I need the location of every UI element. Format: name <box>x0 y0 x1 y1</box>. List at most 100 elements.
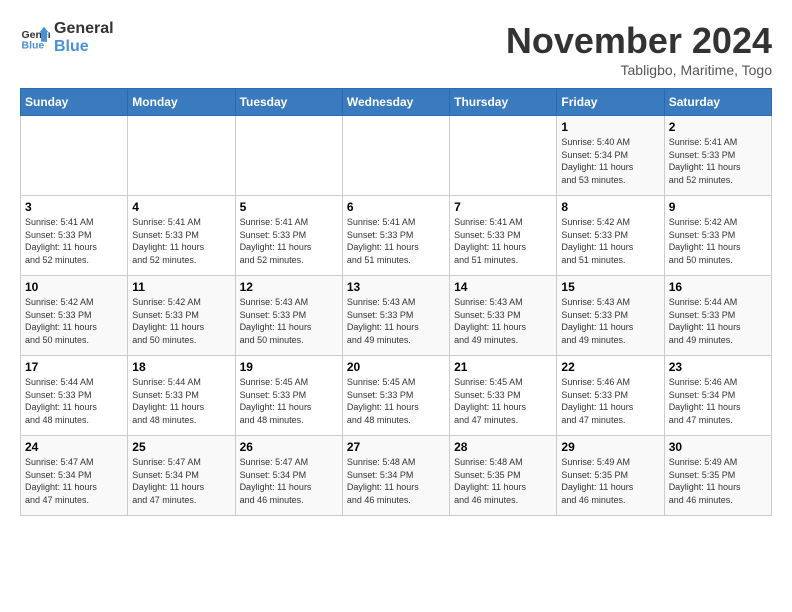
calendar-cell: 24Sunrise: 5:47 AMSunset: 5:34 PMDayligh… <box>21 436 128 516</box>
title-area: November 2024 Tabligbo, Maritime, Togo <box>506 20 772 78</box>
calendar-cell: 9 Sunrise: 5:42 AMSunset: 5:33 PMDaylight… <box>664 196 771 276</box>
calendar-cell: 23 Sunrise: 5:46 AMSunset: 5:34 PMDayligh… <box>664 356 771 436</box>
calendar-cell: 2 Sunrise: 5:41 AMSunset: 5:33 PMDaylight… <box>664 116 771 196</box>
calendar-table: SundayMondayTuesdayWednesdayThursdayFrid… <box>20 88 772 516</box>
day-number: 15 <box>561 280 659 294</box>
calendar-cell: 15 Sunrise: 5:43 AMSunset: 5:33 PMDayligh… <box>557 276 664 356</box>
day-info: Sunrise: 5:45 AMSunset: 5:33 PMDaylight:… <box>240 376 338 426</box>
logo-icon: General Blue <box>20 23 50 53</box>
day-number: 20 <box>347 360 445 374</box>
day-number: 23 <box>669 360 767 374</box>
day-number: 19 <box>240 360 338 374</box>
day-number: 16 <box>669 280 767 294</box>
calendar-body: 1Sunrise: 5:40 AMSunset: 5:34 PMDaylight… <box>21 116 772 516</box>
day-number: 9 <box>669 200 767 214</box>
weekday-header-tuesday: Tuesday <box>235 89 342 116</box>
day-number: 28 <box>454 440 552 454</box>
day-info: Sunrise: 5:41 AMSunset: 5:33 PMDaylight:… <box>25 216 123 266</box>
calendar-week-2: 3 Sunrise: 5:41 AMSunset: 5:33 PMDaylight… <box>21 196 772 276</box>
calendar-cell: 20 Sunrise: 5:45 AMSunset: 5:33 PMDayligh… <box>342 356 449 436</box>
calendar-cell: 30Sunrise: 5:49 AMSunset: 5:35 PMDayligh… <box>664 436 771 516</box>
day-number: 12 <box>240 280 338 294</box>
day-info: Sunrise: 5:43 AMSunset: 5:33 PMDaylight:… <box>561 296 659 346</box>
calendar-cell <box>128 116 235 196</box>
day-info: Sunrise: 5:45 AMSunset: 5:33 PMDaylight:… <box>454 376 552 426</box>
day-number: 7 <box>454 200 552 214</box>
day-info: Sunrise: 5:46 AMSunset: 5:34 PMDaylight:… <box>669 376 767 426</box>
day-info: Sunrise: 5:41 AMSunset: 5:33 PMDaylight:… <box>454 216 552 266</box>
calendar-cell <box>450 116 557 196</box>
calendar-cell: 10 Sunrise: 5:42 AMSunset: 5:33 PMDayligh… <box>21 276 128 356</box>
day-number: 8 <box>561 200 659 214</box>
day-info: Sunrise: 5:41 AMSunset: 5:33 PMDaylight:… <box>240 216 338 266</box>
day-info: Sunrise: 5:44 AMSunset: 5:33 PMDaylight:… <box>669 296 767 346</box>
day-info: Sunrise: 5:42 AMSunset: 5:33 PMDaylight:… <box>25 296 123 346</box>
weekday-header-sunday: Sunday <box>21 89 128 116</box>
day-info: Sunrise: 5:45 AMSunset: 5:33 PMDaylight:… <box>347 376 445 426</box>
calendar-cell: 7 Sunrise: 5:41 AMSunset: 5:33 PMDaylight… <box>450 196 557 276</box>
day-info: Sunrise: 5:47 AMSunset: 5:34 PMDaylight:… <box>132 456 230 506</box>
calendar-cell: 17Sunrise: 5:44 AMSunset: 5:33 PMDayligh… <box>21 356 128 436</box>
day-number: 10 <box>25 280 123 294</box>
calendar-cell: 18 Sunrise: 5:44 AMSunset: 5:33 PMDayligh… <box>128 356 235 436</box>
weekday-header-thursday: Thursday <box>450 89 557 116</box>
day-number: 6 <box>347 200 445 214</box>
header: General Blue General Blue November 2024 … <box>20 20 772 78</box>
day-info: Sunrise: 5:42 AMSunset: 5:33 PMDaylight:… <box>561 216 659 266</box>
calendar-cell: 16 Sunrise: 5:44 AMSunset: 5:33 PMDayligh… <box>664 276 771 356</box>
calendar-week-1: 1Sunrise: 5:40 AMSunset: 5:34 PMDaylight… <box>21 116 772 196</box>
day-number: 25 <box>132 440 230 454</box>
day-info: Sunrise: 5:41 AMSunset: 5:33 PMDaylight:… <box>669 136 767 186</box>
logo-line2: Blue <box>54 38 114 56</box>
day-number: 14 <box>454 280 552 294</box>
calendar-cell: 28 Sunrise: 5:48 AMSunset: 5:35 PMDayligh… <box>450 436 557 516</box>
day-info: Sunrise: 5:43 AMSunset: 5:33 PMDaylight:… <box>240 296 338 346</box>
calendar-cell: 5Sunrise: 5:41 AMSunset: 5:33 PMDaylight… <box>235 196 342 276</box>
calendar-week-3: 10 Sunrise: 5:42 AMSunset: 5:33 PMDayligh… <box>21 276 772 356</box>
day-number: 11 <box>132 280 230 294</box>
day-info: Sunrise: 5:44 AMSunset: 5:33 PMDaylight:… <box>25 376 123 426</box>
day-number: 26 <box>240 440 338 454</box>
logo: General Blue General Blue <box>20 20 114 56</box>
day-number: 29 <box>561 440 659 454</box>
calendar-cell: 19 Sunrise: 5:45 AMSunset: 5:33 PMDayligh… <box>235 356 342 436</box>
calendar-cell: 14 Sunrise: 5:43 AMSunset: 5:33 PMDayligh… <box>450 276 557 356</box>
day-info: Sunrise: 5:48 AMSunset: 5:35 PMDaylight:… <box>454 456 552 506</box>
day-info: Sunrise: 5:46 AMSunset: 5:33 PMDaylight:… <box>561 376 659 426</box>
day-info: Sunrise: 5:43 AMSunset: 5:33 PMDaylight:… <box>347 296 445 346</box>
day-number: 24 <box>25 440 123 454</box>
logo-line1: General <box>54 20 114 38</box>
calendar-cell: 21Sunrise: 5:45 AMSunset: 5:33 PMDayligh… <box>450 356 557 436</box>
day-number: 4 <box>132 200 230 214</box>
calendar-cell: 26Sunrise: 5:47 AMSunset: 5:34 PMDayligh… <box>235 436 342 516</box>
calendar-week-4: 17Sunrise: 5:44 AMSunset: 5:33 PMDayligh… <box>21 356 772 436</box>
day-number: 27 <box>347 440 445 454</box>
day-number: 22 <box>561 360 659 374</box>
weekday-header-wednesday: Wednesday <box>342 89 449 116</box>
calendar-cell: 6Sunrise: 5:41 AMSunset: 5:33 PMDaylight… <box>342 196 449 276</box>
calendar-cell <box>235 116 342 196</box>
weekday-header-friday: Friday <box>557 89 664 116</box>
day-info: Sunrise: 5:42 AMSunset: 5:33 PMDaylight:… <box>132 296 230 346</box>
calendar-cell: 1Sunrise: 5:40 AMSunset: 5:34 PMDaylight… <box>557 116 664 196</box>
day-info: Sunrise: 5:48 AMSunset: 5:34 PMDaylight:… <box>347 456 445 506</box>
calendar-cell: 4Sunrise: 5:41 AMSunset: 5:33 PMDaylight… <box>128 196 235 276</box>
calendar-cell: 13Sunrise: 5:43 AMSunset: 5:33 PMDayligh… <box>342 276 449 356</box>
day-info: Sunrise: 5:43 AMSunset: 5:33 PMDaylight:… <box>454 296 552 346</box>
day-number: 3 <box>25 200 123 214</box>
day-number: 18 <box>132 360 230 374</box>
calendar-cell: 8 Sunrise: 5:42 AMSunset: 5:33 PMDaylight… <box>557 196 664 276</box>
calendar-cell: 11 Sunrise: 5:42 AMSunset: 5:33 PMDayligh… <box>128 276 235 356</box>
day-info: Sunrise: 5:42 AMSunset: 5:33 PMDaylight:… <box>669 216 767 266</box>
calendar-cell: 29 Sunrise: 5:49 AMSunset: 5:35 PMDayligh… <box>557 436 664 516</box>
weekday-header-monday: Monday <box>128 89 235 116</box>
day-number: 2 <box>669 120 767 134</box>
day-info: Sunrise: 5:49 AMSunset: 5:35 PMDaylight:… <box>561 456 659 506</box>
weekday-header-row: SundayMondayTuesdayWednesdayThursdayFrid… <box>21 89 772 116</box>
calendar-cell: 22 Sunrise: 5:46 AMSunset: 5:33 PMDayligh… <box>557 356 664 436</box>
calendar-cell: 12 Sunrise: 5:43 AMSunset: 5:33 PMDayligh… <box>235 276 342 356</box>
day-info: Sunrise: 5:49 AMSunset: 5:35 PMDaylight:… <box>669 456 767 506</box>
calendar-week-5: 24 Sunrise: 5:47 AMSunset: 5:34 PMDayligh… <box>21 436 772 516</box>
calendar-cell <box>342 116 449 196</box>
day-info: Sunrise: 5:44 AMSunset: 5:33 PMDaylight:… <box>132 376 230 426</box>
